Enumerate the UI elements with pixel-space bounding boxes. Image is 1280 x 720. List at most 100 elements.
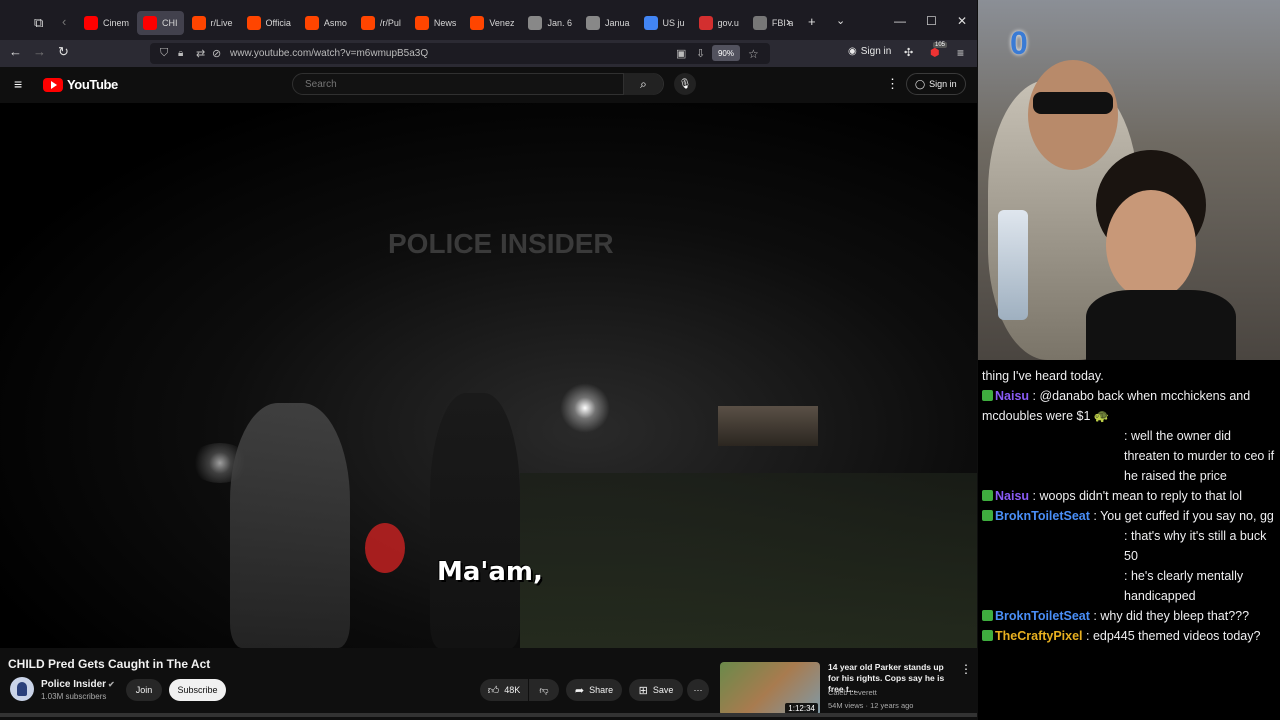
tab-label: /r/Pul	[379, 18, 401, 28]
hamburger-menu-icon[interactable]: ≡	[14, 76, 22, 92]
video-player[interactable]: POLICE INSIDER Ma'am,	[0, 103, 977, 648]
chat-text: : woops didn't mean to reply to that lol	[1029, 489, 1242, 503]
extensions-icon[interactable]: ✣	[904, 46, 913, 59]
reload-icon[interactable]: ↻	[58, 44, 69, 60]
thumbs-up-icon: 👍︎	[487, 684, 500, 697]
chat-username[interactable]: Naisu	[995, 389, 1029, 403]
search-box: ⌕	[292, 73, 664, 95]
tab-favicon-icon	[470, 16, 485, 30]
chat-username[interactable]: Naisu	[995, 489, 1029, 503]
channel-name[interactable]: Police Insider	[41, 679, 106, 690]
back-icon[interactable]: ←	[9, 44, 22, 59]
tab-list-dropdown-icon[interactable]: ⌄	[836, 14, 845, 27]
more-horizontal-icon: ⋯	[693, 684, 703, 695]
chat-message: : he's clearly mentally handicapped	[982, 566, 1276, 606]
chat-message: Naisu : @danabo back when mcchickens and…	[982, 386, 1276, 426]
search-input[interactable]	[293, 78, 623, 90]
browser-tab[interactable]: Venez	[464, 11, 520, 35]
more-actions-button[interactable]: ⋯	[687, 679, 709, 701]
browser-tab[interactable]: Cinem	[78, 11, 135, 35]
share-button[interactable]: ➦ Share	[566, 679, 622, 701]
url-bar[interactable]: ⛉ 🔒︎ ⇄ ⊘ www.youtube.com/watch?v=m6wmupB…	[150, 43, 770, 64]
chat-username[interactable]: BroknToiletSeat	[995, 509, 1090, 523]
lock-icon[interactable]: 🔒︎	[178, 48, 183, 59]
browser-tab[interactable]: Janua	[580, 11, 636, 35]
youtube-sign-in-button[interactable]: ◯ Sign in	[906, 73, 966, 95]
settings-more-icon[interactable]: ⋮	[886, 76, 899, 92]
tab-favicon-icon	[304, 16, 319, 30]
browser-tab[interactable]: r/Live	[186, 11, 239, 35]
account-icon: ◉	[848, 46, 857, 57]
tab-overview-icon[interactable]: ⧉	[34, 15, 43, 31]
tab-label: News	[433, 18, 457, 28]
recommended-channel[interactable]: Caleb Leverett	[828, 688, 877, 697]
close-window-icon[interactable]: ✕	[957, 14, 967, 28]
browser-tab[interactable]: /r/Pul	[355, 11, 407, 35]
browser-tab[interactable]: US ju	[638, 11, 691, 35]
browser-tab[interactable]: FBI a	[747, 11, 800, 35]
browser-sign-in-button[interactable]: ◉ Sign in	[848, 46, 891, 57]
browser-tab[interactable]: News	[409, 11, 463, 35]
tab-favicon-icon	[528, 16, 543, 30]
chat-message: TheCraftyPixel : edp445 themed videos to…	[982, 626, 1276, 646]
youtube-sign-in-label: Sign in	[929, 79, 957, 89]
chat-badge-icon	[982, 510, 993, 521]
recommended-more-icon[interactable]: ⋮	[960, 662, 972, 676]
search-button[interactable]: ⌕	[623, 73, 663, 95]
recommended-meta: 54M views · 12 years ago	[828, 701, 914, 710]
horizontal-scrollbar[interactable]	[0, 713, 977, 717]
chat-username[interactable]: BroknToiletSeat	[995, 609, 1090, 623]
screen: ⧉ ‹ Cinem CHI r/Live Officia Asmo/r/Pul News V…	[0, 0, 1280, 720]
browser-tab[interactable]: CHI	[137, 11, 184, 35]
porch-light	[560, 383, 610, 433]
zoom-level[interactable]: 90%	[712, 45, 740, 61]
voice-search-button[interactable]: 🎙︎	[674, 73, 696, 95]
browser-tab[interactable]: Jan. 6	[522, 11, 578, 35]
channel-name-row[interactable]: Police Insider ✔	[41, 679, 115, 690]
autoplay-blocked-icon[interactable]: ⊘	[212, 47, 221, 60]
new-tab-icon[interactable]: +	[808, 14, 816, 29]
browser-tab[interactable]: Officia	[241, 11, 297, 35]
subscribe-button[interactable]: Subscribe	[169, 679, 226, 701]
minimize-icon[interactable]: —	[894, 14, 906, 28]
like-count: 48K	[504, 685, 521, 695]
chat-badge-icon	[982, 630, 993, 641]
browser-tab[interactable]: gov.u	[693, 11, 745, 35]
tracking-shield-icon[interactable]: ⛉	[160, 47, 168, 60]
thumbs-down-icon: 👎︎	[539, 684, 549, 695]
water-bottle	[998, 210, 1028, 320]
permissions-icon[interactable]: ⇄	[196, 47, 205, 60]
tab-list: Cinem CHI r/Live Officia Asmo/r/Pul News Venez…	[78, 11, 799, 35]
save-button[interactable]: ⊞ Save	[629, 679, 683, 701]
chat-username[interactable]: TheCraftyPixel	[995, 629, 1083, 643]
recommended-thumbnail[interactable]: 1:12:34	[720, 662, 820, 716]
tab-favicon-icon	[698, 16, 713, 30]
tab-favicon-icon	[246, 16, 261, 30]
maximize-icon[interactable]: ☐	[926, 14, 937, 28]
join-button[interactable]: Join	[126, 679, 162, 701]
tab-favicon-icon	[143, 16, 158, 30]
dislike-button[interactable]: 👎︎	[529, 679, 559, 701]
chat-badge-icon	[982, 610, 993, 621]
browser-tab[interactable]: Asmo	[299, 11, 353, 35]
forward-icon[interactable]: →	[33, 44, 46, 59]
tab-label: Venez	[489, 18, 515, 28]
extension-badge: 105	[933, 42, 948, 48]
like-button[interactable]: 👍︎ 48K	[480, 679, 528, 701]
bookmark-star-icon[interactable]: ☆	[748, 47, 759, 61]
chat-text: : edp445 themed videos today?	[1082, 629, 1261, 643]
picture-icon[interactable]: ▣	[676, 47, 686, 60]
download-page-icon[interactable]: ⇩	[696, 47, 705, 60]
chat-message: BroknToiletSeat : You get cuffed if you …	[982, 506, 1276, 526]
youtube-logo[interactable]: YouTube	[43, 77, 118, 92]
chat-text: : well the owner did threaten to murder …	[1124, 429, 1275, 483]
app-menu-icon[interactable]: ≡	[957, 46, 964, 60]
tab-favicon-icon	[84, 16, 98, 30]
background-face	[1028, 60, 1118, 170]
url-text[interactable]: www.youtube.com/watch?v=m6wmupB5a3Q	[230, 48, 428, 59]
tab-scroll-right-icon[interactable]: ›	[786, 14, 790, 29]
channel-avatar[interactable]	[10, 677, 34, 701]
microphone-icon: 🎙︎	[678, 78, 692, 90]
chat-text: : You get cuffed if you say no, gg	[1089, 509, 1274, 523]
tab-scroll-left-icon[interactable]: ‹	[62, 14, 66, 29]
